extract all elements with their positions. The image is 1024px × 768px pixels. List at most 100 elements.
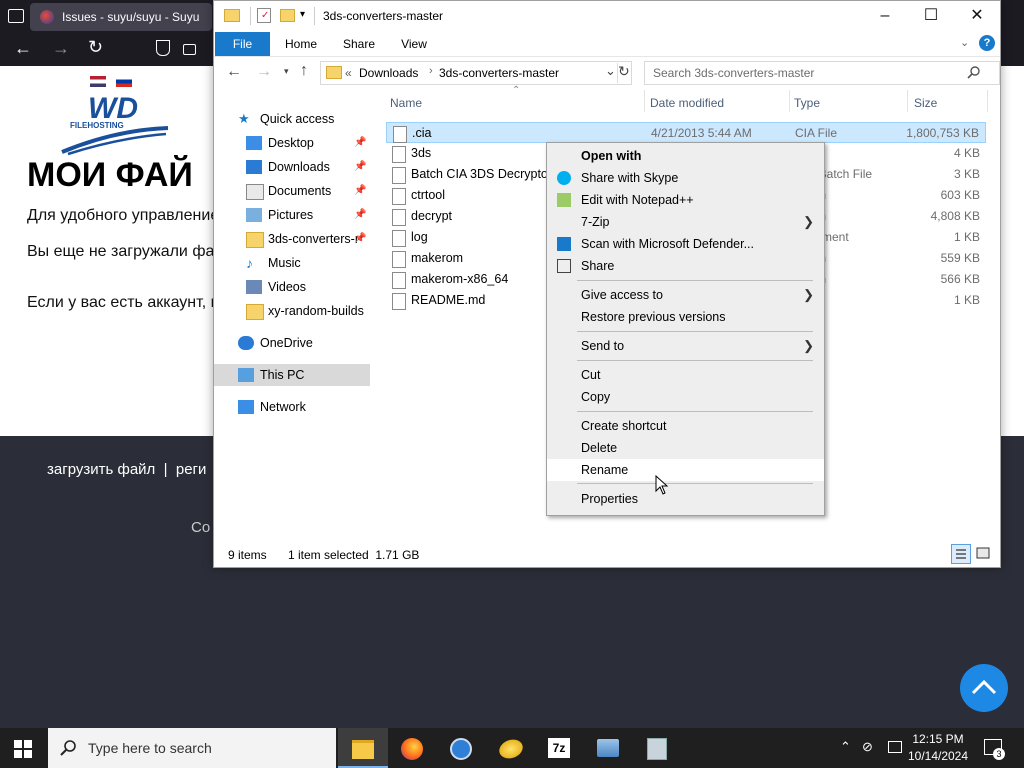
chevron-right-icon[interactable]: ›: [429, 65, 433, 77]
address-dropdown-icon[interactable]: ⌄: [605, 63, 616, 79]
taskbar-search-placeholder: Type here to search: [88, 740, 212, 756]
address-bar[interactable]: « Downloads › 3ds-converters-master ⌄: [320, 61, 632, 85]
menu-item-copy[interactable]: Copy: [547, 386, 824, 408]
taskbar-app-settings[interactable]: [583, 728, 633, 768]
taskbar-file-explorer[interactable]: [338, 728, 388, 768]
taskbar-search[interactable]: Type here to search: [48, 728, 336, 768]
search-box[interactable]: Search 3ds-converters-master: [644, 61, 1000, 85]
taskbar-app-gold[interactable]: [486, 728, 536, 768]
taskbar-app-notes[interactable]: [631, 728, 681, 768]
details-view-button[interactable]: [951, 544, 971, 564]
qat-dropdown-icon[interactable]: ▾: [300, 9, 305, 20]
tab-file[interactable]: File: [215, 32, 270, 56]
nav-item-xy-random-builds[interactable]: xy-random-builds: [214, 300, 370, 322]
nav-item-onedrive[interactable]: OneDrive: [214, 332, 370, 354]
nav-item-quick-access[interactable]: ★ Quick access: [214, 108, 370, 130]
nav-item-this-pc[interactable]: This PC: [214, 364, 370, 386]
tab-share[interactable]: Share: [334, 32, 384, 56]
page-paragraph-2: Вы еще не загружали фа: [27, 243, 215, 260]
menu-item-scan-with-microsoft-defender[interactable]: Scan with Microsoft Defender...: [547, 233, 824, 255]
pin-icon[interactable]: 📌: [354, 156, 366, 178]
menu-item-create-shortcut[interactable]: Create shortcut: [547, 415, 824, 437]
favicon-icon: [40, 10, 54, 24]
nav-item-3ds-converters-r[interactable]: 3ds-converters-r 📌: [214, 228, 370, 250]
menu-item-cut[interactable]: Cut: [547, 364, 824, 386]
nav-item-desktop[interactable]: Desktop 📌: [214, 132, 370, 154]
taskbar-7zip[interactable]: 7z: [534, 728, 584, 768]
scroll-top-button[interactable]: [960, 664, 1008, 712]
nav-item-network[interactable]: Network: [214, 396, 370, 418]
file-date: 4/21/2013 5:44 AM: [651, 126, 752, 140]
close-button[interactable]: ✕: [954, 1, 1000, 31]
nav-item-pictures[interactable]: Pictures 📌: [214, 204, 370, 226]
volume-icon[interactable]: [888, 741, 902, 753]
breadcrumb-folder[interactable]: 3ds-converters-master: [439, 66, 559, 80]
pin-icon[interactable]: 📌: [354, 228, 366, 250]
tab-list-icon[interactable]: [8, 9, 24, 23]
menu-item-share-with-skype[interactable]: Share with Skype: [547, 167, 824, 189]
nav-item-music[interactable]: ♪ Music: [214, 252, 370, 274]
tab-home[interactable]: Home: [276, 32, 326, 56]
column-size[interactable]: Size: [914, 96, 937, 112]
menu-item-open-with[interactable]: Open with: [547, 145, 824, 167]
clock-time[interactable]: 12:15 PM: [906, 732, 970, 746]
taskbar-app-blue[interactable]: [436, 728, 486, 768]
menu-item-label: Edit with Notepad++: [581, 193, 694, 207]
title-bar[interactable]: ✓ ▾ 3ds-converters-master – ☐ ✕: [214, 1, 1000, 32]
menu-item-edit-with-notepad[interactable]: Edit with Notepad++: [547, 189, 824, 211]
pin-icon[interactable]: 📌: [354, 204, 366, 226]
tray-overflow-icon[interactable]: ⌃: [840, 739, 851, 755]
file-row[interactable]: .cia 4/21/2013 5:44 AM CIA File 1,800,753 K…: [386, 122, 986, 143]
breadcrumb-downloads[interactable]: Downloads: [359, 66, 418, 80]
back-icon[interactable]: ←: [14, 38, 32, 59]
menu-item-delete[interactable]: Delete: [547, 437, 824, 459]
help-icon[interactable]: ?: [979, 35, 995, 51]
new-folder-icon[interactable]: [280, 9, 295, 22]
file-icon: [393, 126, 407, 143]
breadcrumb-overflow[interactable]: «: [345, 66, 352, 80]
browser-tab[interactable]: Issues - suyu/suyu - Suyu: [30, 3, 212, 31]
nav-item-label: Quick access: [260, 112, 335, 126]
menu-item-rename[interactable]: Rename: [547, 459, 824, 481]
chevron-right-icon: ❯: [803, 287, 814, 302]
clock-date[interactable]: 10/14/2024: [906, 749, 970, 763]
ribbon-expand-icon[interactable]: ⌄: [960, 36, 969, 49]
forward-icon[interactable]: →: [52, 38, 70, 59]
reload-icon[interactable]: ↻: [88, 37, 103, 58]
nav-forward-icon[interactable]: →: [256, 63, 272, 81]
menu-item-label: Share: [581, 259, 615, 273]
nav-back-icon[interactable]: ←: [226, 63, 242, 81]
menu-item-properties[interactable]: Properties: [547, 488, 824, 510]
menu-item-give-access-to[interactable]: Give access to ❯: [547, 284, 824, 306]
pin-icon[interactable]: 📌: [354, 132, 366, 154]
nav-item-label: This PC: [260, 368, 305, 382]
ru-flag-icon[interactable]: [116, 76, 132, 87]
nav-item-downloads[interactable]: Downloads 📌: [214, 156, 370, 178]
column-date[interactable]: Date modified: [650, 96, 724, 112]
refresh-icon[interactable]: ↻: [618, 63, 630, 80]
menu-item-send-to[interactable]: Send to ❯: [547, 335, 824, 357]
column-name[interactable]: Name: [390, 96, 422, 112]
pin-icon[interactable]: 📌: [354, 180, 366, 202]
nav-up-icon[interactable]: ↑: [300, 62, 308, 80]
lock-icon[interactable]: [183, 44, 196, 55]
videos-icon: [246, 280, 262, 294]
large-icons-view-button[interactable]: [975, 545, 991, 561]
shield-icon[interactable]: [156, 40, 170, 56]
maximize-button[interactable]: ☐: [908, 1, 954, 31]
nav-item-documents[interactable]: Documents 📌: [214, 180, 370, 202]
menu-item-7-zip[interactable]: 7-Zip ❯: [547, 211, 824, 233]
taskbar-firefox[interactable]: [387, 728, 437, 768]
menu-item-share[interactable]: Share: [547, 255, 824, 277]
recent-locations-icon[interactable]: ▾: [284, 66, 289, 77]
us-flag-icon[interactable]: [90, 76, 106, 87]
footer-links[interactable]: загрузить файл | реги: [47, 461, 206, 478]
menu-item-restore-previous-versions[interactable]: Restore previous versions: [547, 306, 824, 328]
tab-view[interactable]: View: [389, 32, 439, 56]
column-type[interactable]: Type: [794, 96, 820, 112]
search-icon[interactable]: [967, 65, 981, 79]
start-button[interactable]: [14, 740, 32, 758]
network-status-icon[interactable]: ⊘: [862, 739, 873, 755]
minimize-button[interactable]: –: [862, 1, 908, 31]
nav-item-videos[interactable]: Videos: [214, 276, 370, 298]
